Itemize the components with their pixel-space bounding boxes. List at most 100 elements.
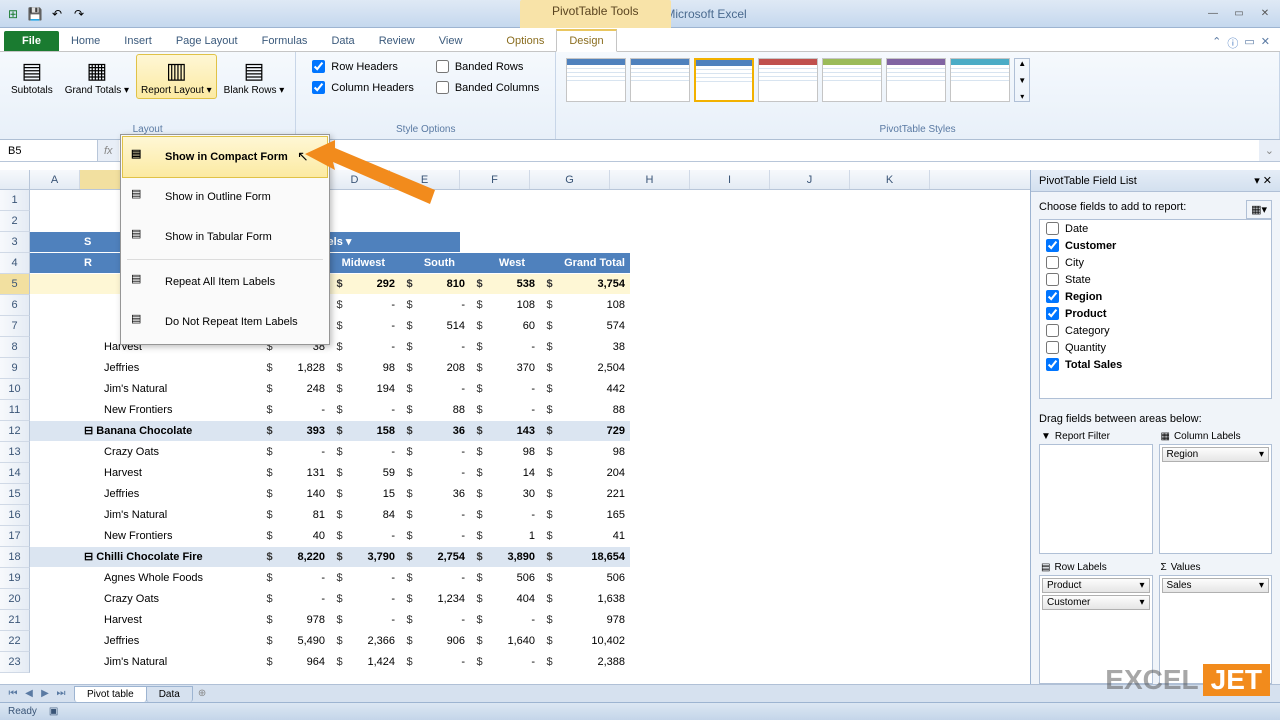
cell[interactable]	[30, 274, 80, 294]
cell[interactable]: 1,234	[420, 589, 470, 609]
show-outline-form[interactable]: ▤ Show in Outline Form	[123, 177, 327, 217]
minimize-icon[interactable]: —	[1204, 7, 1222, 21]
cell[interactable]: -	[420, 379, 470, 399]
row-header[interactable]: 18	[0, 547, 30, 568]
cell[interactable]: -	[420, 610, 470, 630]
cell[interactable]: $	[540, 568, 560, 588]
cell[interactable]: $	[400, 316, 420, 336]
cell[interactable]: -	[350, 526, 400, 546]
cell[interactable]: 81	[280, 505, 330, 525]
cell[interactable]	[30, 253, 80, 273]
cell[interactable]: 506	[560, 568, 630, 588]
cell[interactable]: 2,366	[350, 631, 400, 651]
row-header[interactable]: 9	[0, 358, 30, 379]
style-thumb[interactable]	[822, 58, 882, 102]
cell[interactable]: $	[330, 358, 350, 378]
cell[interactable]: 2,504	[560, 358, 630, 378]
cell[interactable]: -	[280, 568, 330, 588]
cell[interactable]: $	[400, 358, 420, 378]
cell[interactable]: 978	[560, 610, 630, 630]
cell[interactable]: 442	[560, 379, 630, 399]
cell[interactable]: $	[400, 400, 420, 420]
cell[interactable]	[30, 631, 80, 651]
cell[interactable]	[30, 337, 80, 357]
undo-icon[interactable]: ↶	[48, 5, 66, 23]
cell[interactable]: $	[260, 526, 280, 546]
pivottable-styles-gallery[interactable]: ▲ ▼ ▾	[562, 54, 1034, 106]
cell[interactable]: 158	[350, 421, 400, 441]
cell[interactable]: $	[540, 610, 560, 630]
field-total-sales[interactable]: Total Sales	[1040, 356, 1271, 373]
cell[interactable]: 108	[560, 295, 630, 315]
cell[interactable]: -	[280, 589, 330, 609]
field-list-fields[interactable]: DateCustomerCityStateRegionProductCatego…	[1039, 219, 1272, 399]
cell[interactable]: $	[260, 589, 280, 609]
cell[interactable]: $	[330, 442, 350, 462]
cell[interactable]: $	[260, 610, 280, 630]
cell[interactable]: $	[330, 421, 350, 441]
cell[interactable]: Jeffries	[80, 631, 260, 651]
cell[interactable]: $	[400, 526, 420, 546]
cell[interactable]: 978	[280, 610, 330, 630]
cell[interactable]: 393	[280, 421, 330, 441]
field-state[interactable]: State	[1040, 271, 1271, 288]
cell[interactable]: $	[470, 442, 490, 462]
cell[interactable]: 165	[560, 505, 630, 525]
field-list-dropdown-icon[interactable]: ▾	[1254, 175, 1260, 187]
repeat-item-labels[interactable]: ▤ Repeat All Item Labels	[123, 262, 327, 302]
cell[interactable]: 574	[560, 316, 630, 336]
cell[interactable]	[30, 295, 80, 315]
cell[interactable]: -	[490, 337, 540, 357]
cell[interactable]: 36	[420, 484, 470, 504]
column-labels-box[interactable]: Region▾	[1159, 444, 1273, 554]
cell[interactable]: -	[420, 463, 470, 483]
cell[interactable]	[30, 526, 80, 546]
col-header-f[interactable]: F	[460, 170, 530, 189]
style-thumb[interactable]	[886, 58, 946, 102]
cell[interactable]: Agnes Whole Foods	[80, 568, 260, 588]
cell[interactable]: $	[400, 337, 420, 357]
row-header[interactable]: 19	[0, 568, 30, 589]
row-header[interactable]: 14	[0, 463, 30, 484]
grand-totals-button[interactable]: ▦ Grand Totals ▾	[60, 54, 134, 99]
cell[interactable]	[30, 358, 80, 378]
cell[interactable]: $	[400, 610, 420, 630]
cell[interactable]: 36	[420, 421, 470, 441]
cell[interactable]: 221	[560, 484, 630, 504]
cell[interactable]: 292	[350, 274, 400, 294]
tab-data[interactable]: Data	[319, 31, 366, 51]
cell[interactable]: $	[540, 589, 560, 609]
style-thumb[interactable]	[950, 58, 1010, 102]
cell[interactable]: 1,638	[560, 589, 630, 609]
cell[interactable]: -	[420, 526, 470, 546]
cell[interactable]: $	[260, 463, 280, 483]
restore-icon[interactable]: ▭	[1230, 7, 1248, 21]
tab-view[interactable]: View	[427, 31, 475, 51]
cell[interactable]: $	[330, 568, 350, 588]
cell[interactable]: 3,790	[350, 547, 400, 567]
ribbon-restore-icon[interactable]: ▭	[1244, 35, 1254, 51]
cell[interactable]: 88	[420, 400, 470, 420]
row-header[interactable]: 7	[0, 316, 30, 337]
cell[interactable]: -	[350, 337, 400, 357]
cell[interactable]	[30, 589, 80, 609]
tab-review[interactable]: Review	[367, 31, 427, 51]
cell[interactable]: West	[460, 253, 530, 273]
cell[interactable]: $	[260, 442, 280, 462]
field-customer[interactable]: Customer	[1040, 237, 1271, 254]
cell[interactable]: 906	[420, 631, 470, 651]
field-list-layout-icon[interactable]: ▦▾	[1246, 200, 1272, 219]
cell[interactable]: $	[470, 589, 490, 609]
cell[interactable]: 98	[560, 442, 630, 462]
show-tabular-form[interactable]: ▤ Show in Tabular Form	[123, 217, 327, 257]
style-thumb[interactable]	[758, 58, 818, 102]
cell[interactable]: 729	[560, 421, 630, 441]
cell[interactable]: -	[490, 379, 540, 399]
cell[interactable]: South	[390, 253, 460, 273]
redo-icon[interactable]: ↷	[70, 5, 88, 23]
cell[interactable]: -	[420, 505, 470, 525]
cell[interactable]: -	[280, 400, 330, 420]
col-header-k[interactable]: K	[850, 170, 930, 189]
cell[interactable]: $	[470, 316, 490, 336]
cell[interactable]: $	[400, 442, 420, 462]
